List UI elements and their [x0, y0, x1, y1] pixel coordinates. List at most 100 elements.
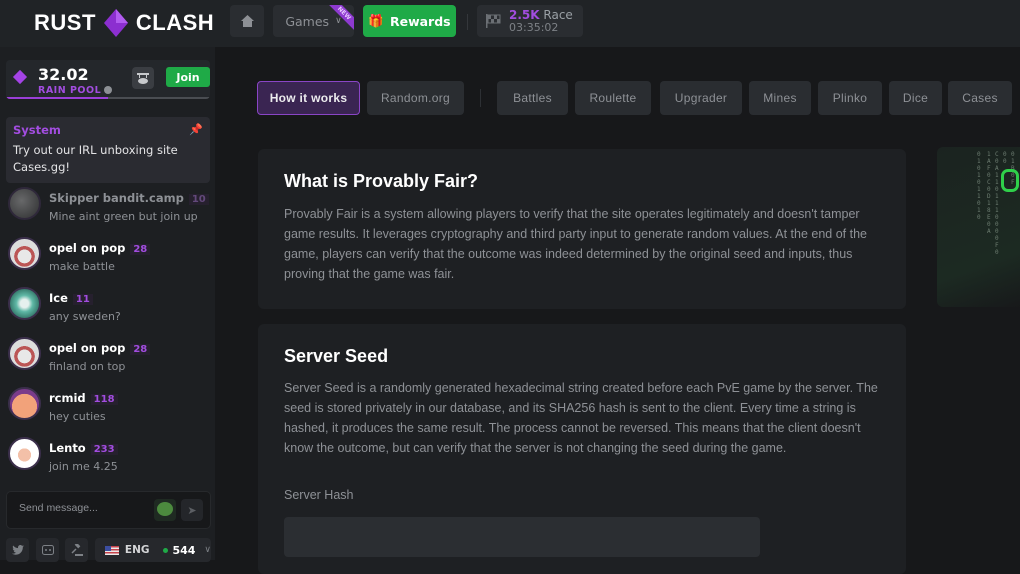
checkered-flag-icon	[486, 14, 501, 28]
fair-play-button[interactable]	[65, 538, 88, 562]
chat-text: finland on top	[49, 360, 126, 373]
home-button[interactable]	[230, 5, 264, 37]
race-amount: 2.5K	[509, 7, 540, 22]
tab-mines[interactable]: Mines	[749, 81, 811, 115]
chat-message-input[interactable]	[19, 502, 139, 514]
logo[interactable]: RUST CLASH	[34, 9, 214, 37]
send-icon: ➤	[187, 503, 197, 517]
level-badge: 28	[130, 244, 151, 255]
join-rain-button[interactable]: Join	[166, 67, 210, 87]
online-count: 544	[172, 543, 196, 557]
system-message-text: Try out our IRL unboxing site Cases.gg!	[13, 143, 178, 174]
chat-text: make battle	[49, 260, 115, 273]
games-dropdown[interactable]: Games ∨ NEW	[273, 5, 354, 37]
matrix-graphic: 0101011010 1AF0C0D18E0A C0A1101110000F0 …	[937, 147, 1020, 307]
rain-amount: 32.02	[38, 65, 89, 84]
logo-text-left: RUST	[34, 10, 96, 35]
chat-username[interactable]: Ice	[49, 291, 68, 305]
gift-icon: 🎁	[368, 13, 384, 28]
section-body: Provably Fair is a system allowing playe…	[284, 207, 867, 281]
level-badge: 10	[188, 194, 209, 205]
server-seed-section: Server Seed Server Seed is a randomly ge…	[258, 324, 906, 574]
system-title: System	[13, 123, 61, 137]
chat-username[interactable]: rcmid	[49, 391, 86, 405]
pin-icon: 📌	[189, 123, 203, 136]
chat-message: rcmid 118 hey cuties	[6, 387, 210, 435]
avatar[interactable]	[8, 337, 41, 370]
tab-upgrader[interactable]: Upgrader	[660, 81, 742, 115]
tab-cases[interactable]: Cases	[948, 81, 1012, 115]
coin-stack-icon	[137, 73, 149, 84]
matrix-column: 0101011010	[977, 151, 981, 221]
race-timer: 03:35:02	[509, 20, 559, 34]
twitter-button[interactable]	[6, 538, 29, 562]
chat-message: Ice 11 any sweden?	[6, 287, 210, 335]
chat-username[interactable]: opel on pop	[49, 241, 125, 255]
avatar[interactable]	[8, 287, 41, 320]
avatar[interactable]	[8, 237, 41, 270]
chat-text: Mine aint green but join up	[49, 210, 198, 223]
matrix-column: C0A1101110000F0	[995, 151, 999, 256]
info-icon[interactable]	[104, 86, 113, 94]
chat-message: Skipper bandit.camp 10 Mine aint green bu…	[6, 187, 210, 235]
chat-username[interactable]: Skipper bandit.camp	[49, 191, 184, 205]
games-label: Games	[285, 13, 330, 29]
diamond-logo-icon	[103, 9, 128, 37]
language-selector[interactable]: ENG 544 ∨	[95, 538, 211, 562]
chat-message: opel on pop 28 finland on top	[6, 337, 210, 385]
section-title: What is Provably Fair?	[284, 171, 479, 191]
tab-battles[interactable]: Battles	[497, 81, 568, 115]
section-title: Server Seed	[284, 346, 389, 366]
rain-history-button[interactable]	[132, 67, 154, 89]
system-message: System 📌 Try out our IRL unboxing site C…	[6, 117, 210, 183]
discord-icon	[41, 544, 54, 555]
tab-dice[interactable]: Dice	[889, 81, 942, 115]
level-badge: 28	[130, 344, 151, 355]
chat-username[interactable]: Lento	[49, 441, 86, 455]
tab-how-it-works[interactable]: How it works	[257, 81, 360, 115]
rain-progress-fill	[6, 97, 108, 99]
us-flag-icon	[105, 545, 119, 555]
level-badge: 118	[90, 394, 118, 405]
chat-username[interactable]: opel on pop	[49, 341, 125, 355]
emoji-button[interactable]	[154, 499, 176, 521]
rain-pool-panel: 32.02 RAIN POOL Join	[6, 60, 210, 99]
main-content: How it works Random.org Battles Roulette…	[215, 47, 1020, 574]
rain-label-text: RAIN POOL	[38, 85, 102, 96]
diamond-icon	[12, 69, 28, 85]
avatar[interactable]	[8, 387, 41, 420]
chat-sidebar: 32.02 RAIN POOL Join System 📌 Try out ou…	[0, 47, 215, 562]
avatar[interactable]	[8, 187, 41, 220]
online-indicator-icon	[163, 547, 169, 553]
chat-message: opel on pop 28 make battle	[6, 237, 210, 285]
section-body: Server Seed is a randomly generated hexa…	[284, 381, 878, 455]
chat-message: Lento 233 join me 4.25	[6, 437, 210, 485]
gavel-icon	[70, 544, 83, 556]
pepe-emoji-icon	[157, 502, 173, 516]
header-divider	[467, 14, 468, 30]
send-button[interactable]: ➤	[181, 499, 203, 521]
matrix-column: 00	[1003, 151, 1007, 165]
rewards-button[interactable]: 🎁 Rewards	[363, 5, 456, 37]
race-button[interactable]: 2.5K Race 03:35:02	[477, 5, 583, 37]
tab-plinko[interactable]: Plinko	[818, 81, 882, 115]
rain-progress-bar	[6, 97, 210, 99]
chat-text: any sweden?	[49, 310, 121, 323]
logo-text-right: CLASH	[135, 10, 215, 35]
discord-button[interactable]	[36, 538, 59, 562]
server-hash-label: Server Hash	[284, 488, 354, 502]
rain-label: RAIN POOL	[38, 85, 113, 96]
tabs-divider	[480, 89, 481, 107]
race-label: Race	[543, 7, 573, 22]
chat-text: hey cuties	[49, 410, 106, 423]
chat-input-area: ➤	[6, 491, 211, 529]
twitter-icon	[11, 545, 24, 555]
tab-roulette[interactable]: Roulette	[575, 81, 651, 115]
level-badge: 11	[72, 294, 93, 305]
level-badge: 233	[90, 444, 118, 455]
avatar[interactable]	[8, 437, 41, 470]
server-hash-field[interactable]	[284, 517, 760, 557]
language-label: ENG	[124, 544, 150, 556]
matrix-column: 1AF0C0D18E0A	[987, 151, 991, 235]
tab-random-org[interactable]: Random.org	[367, 81, 464, 115]
